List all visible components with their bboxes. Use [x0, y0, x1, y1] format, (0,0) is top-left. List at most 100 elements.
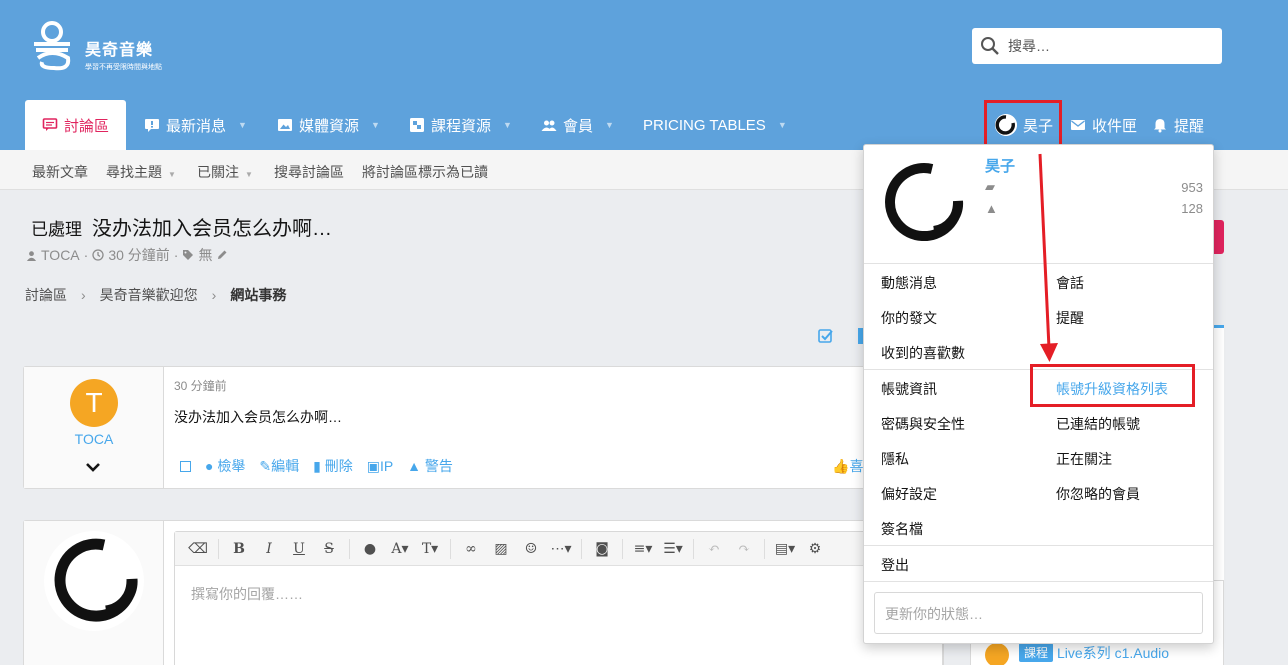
checkbox-icon[interactable] — [818, 328, 834, 344]
toolbar-divider — [349, 538, 350, 559]
chevron-down-icon: ▼ — [168, 170, 176, 179]
list-icon[interactable]: ☰▾ — [660, 536, 686, 562]
quick-reply: ⌫ B I U S ● A ▾ T ▾ ∞ ▨ ☺ ⋯▾ ◙ ≡▾ ☰▾ ↶ ↷ ▤… — [23, 520, 944, 665]
report-button[interactable]: ● 檢舉 — [205, 456, 245, 476]
nav-tab-forums[interactable]: 討論區 — [25, 100, 127, 150]
color-drop-icon[interactable]: ● — [357, 536, 383, 562]
gear-icon[interactable]: ⚙ — [802, 536, 828, 562]
sidebar-item-link[interactable]: Live系列 c1.Audio — [1057, 643, 1169, 663]
chevron-down-icon: ▼ — [777, 120, 787, 130]
subnav-new-posts[interactable]: 最新文章 — [32, 162, 88, 182]
undo-icon[interactable]: ↶ — [701, 536, 727, 562]
strike-button[interactable]: S — [316, 536, 342, 562]
edit-button[interactable]: ✎編輯 — [259, 456, 299, 476]
menu-password-security[interactable]: 密碼與安全性 — [881, 414, 965, 434]
toolbar-divider — [693, 538, 694, 559]
subnav-find-threads[interactable]: 尋找主題 ▼ — [106, 162, 176, 182]
site-logo[interactable]: 昊奇音樂 學習不再受限時間與地點 — [30, 18, 190, 74]
nav-tab-media[interactable]: 媒體資源 ▼ — [277, 100, 380, 150]
ip-button[interactable]: ▣IP — [367, 458, 393, 475]
breadcrumb-item[interactable]: 討論區 — [25, 285, 67, 305]
bold-button[interactable]: B — [226, 536, 252, 562]
align-icon[interactable]: ≡▾ — [630, 536, 656, 562]
delete-button[interactable]: ▮ 刪除 — [313, 456, 353, 476]
like-button[interactable]: 👍喜 — [832, 456, 863, 476]
menu-news-feed[interactable]: 動態消息 — [881, 273, 937, 293]
toolbar-divider — [218, 538, 219, 559]
avatar[interactable] — [44, 531, 144, 631]
breadcrumb-item[interactable]: 昊奇音樂歡迎您 — [100, 285, 198, 305]
menu-logout[interactable]: 登出 — [881, 555, 909, 575]
nav-inbox[interactable]: 收件匣 — [1070, 100, 1137, 150]
meta-separator: · — [173, 247, 179, 263]
select-checkbox[interactable] — [180, 460, 191, 472]
thread-title-row: 已處理 没办法加入会员怎么办啊… — [31, 212, 332, 241]
clock-icon — [92, 249, 104, 261]
post-username[interactable]: TOCA — [24, 431, 164, 447]
more-icon[interactable]: ⋯▾ — [548, 536, 574, 562]
post-time[interactable]: 30 分鐘前 — [174, 377, 227, 394]
menu-privacy[interactable]: 隱私 — [881, 449, 909, 469]
nav-tab-members[interactable]: 會員 ▼ — [541, 100, 614, 150]
image-icon[interactable]: ▨ — [488, 536, 514, 562]
bell-icon — [1154, 119, 1166, 133]
image-icon — [278, 119, 292, 131]
trash-icon: ▮ — [313, 458, 321, 474]
camera-icon[interactable]: ◙ — [589, 536, 615, 562]
thread-tags: 無 — [198, 247, 213, 263]
page-title: 没办法加入会员怎么办啊… — [92, 218, 332, 240]
underline-button[interactable]: U — [286, 536, 312, 562]
warning-icon: ▲ — [407, 458, 422, 474]
thumbs-up-icon: 👍 — [832, 458, 850, 474]
chevron-down-icon: ▼ — [371, 120, 380, 130]
smiley-icon[interactable]: ☺ — [518, 536, 544, 562]
toolbar-divider — [581, 538, 582, 559]
search-input[interactable] — [1008, 28, 1208, 64]
menu-signature[interactable]: 簽名檔 — [881, 519, 923, 539]
save-draft-icon[interactable]: ▤▾ — [772, 536, 798, 562]
warn-button[interactable]: ▲ 警告 — [407, 456, 453, 476]
menu-ignoring[interactable]: 你忽略的會員 — [1056, 484, 1140, 504]
subnav-watched[interactable]: 已關注 ▼ — [197, 162, 253, 182]
menu-preferences[interactable]: 偏好設定 — [881, 484, 937, 504]
italic-button[interactable]: I — [256, 536, 282, 562]
site-header: 昊奇音樂 學習不再受限時間與地點 討論區 最新消息 ▼ 媒體資源 ▼ 課程資源 … — [0, 0, 1288, 150]
font-size-button[interactable]: T ▾ — [417, 536, 443, 562]
menu-username[interactable]: 昊子 — [985, 155, 1015, 176]
status-input[interactable]: 更新你的狀態… — [874, 592, 1203, 634]
thread-time[interactable]: 30 分鐘前 — [108, 245, 169, 265]
nav-tab-label: 媒體資源 — [299, 117, 360, 135]
tag-icon — [183, 250, 194, 260]
subnav-mark-read[interactable]: 將討論區標示為已讀 — [362, 162, 488, 182]
nav-alerts[interactable]: 提醒 — [1152, 100, 1204, 150]
menu-following[interactable]: 正在關注 — [1056, 449, 1112, 469]
menu-account-details[interactable]: 帳號資訊 — [881, 379, 937, 399]
chevron-down-icon[interactable] — [84, 461, 102, 473]
search-box[interactable] — [972, 28, 1222, 64]
alert-circle-icon: ● — [205, 458, 214, 474]
font-family-button[interactable]: A ▾ — [387, 536, 413, 562]
eraser-icon[interactable]: ⌫ — [185, 536, 211, 562]
breadcrumb: 討論區 › 昊奇音樂歡迎您 › 網站事務 — [25, 285, 286, 305]
avatar[interactable]: T — [70, 379, 118, 427]
nav-tab-label: 會員 — [563, 117, 594, 135]
reply-editor[interactable]: ⌫ B I U S ● A ▾ T ▾ ∞ ▨ ☺ ⋯▾ ◙ ≡▾ ☰▾ ↶ ↷ ▤… — [174, 531, 944, 665]
link-icon[interactable]: ∞ — [458, 536, 484, 562]
avatar[interactable] — [985, 643, 1009, 665]
action-label: 刪除 — [324, 458, 353, 474]
nav-tab-news[interactable]: 最新消息 ▼ — [144, 100, 247, 150]
nav-tab-courses[interactable]: 課程資源 ▼ — [409, 100, 512, 150]
subnav-search-forums[interactable]: 搜尋討論區 — [274, 162, 344, 182]
menu-your-posts[interactable]: 你的發文 — [881, 308, 937, 328]
nav-tab-pricing[interactable]: PRICING TABLES ▼ — [643, 100, 787, 150]
avatar[interactable] — [874, 155, 970, 251]
pencil-icon[interactable] — [216, 249, 228, 261]
breadcrumb-item[interactable]: 網站事務 — [230, 285, 286, 305]
menu-reactions-received[interactable]: 收到的喜歡數 — [881, 343, 965, 363]
thumbs-up-icon: ▲ — [985, 201, 998, 216]
subnav-label: 尋找主題 — [106, 164, 162, 180]
thread-author[interactable]: TOCA — [41, 247, 80, 263]
menu-connected-accounts[interactable]: 已連結的帳號 — [1056, 414, 1140, 434]
pencil-icon: ✎ — [259, 458, 272, 474]
redo-icon[interactable]: ↷ — [731, 536, 757, 562]
